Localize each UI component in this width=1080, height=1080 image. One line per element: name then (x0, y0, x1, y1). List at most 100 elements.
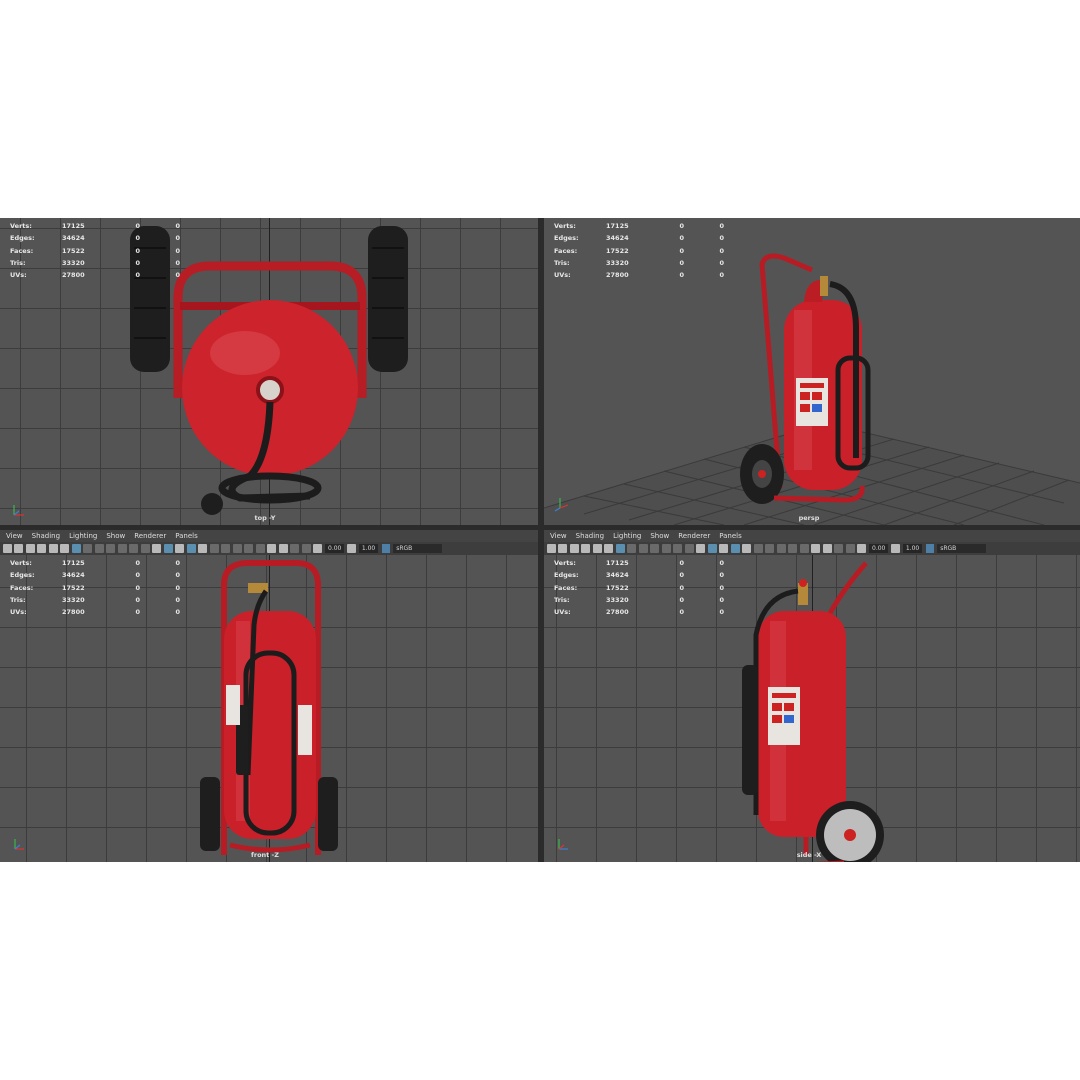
bookmark-icon[interactable] (25, 544, 35, 553)
stat-label: Edges: (554, 234, 579, 243)
view-transform-icon[interactable] (382, 544, 391, 553)
stat-label: Verts: (10, 559, 32, 567)
resolution-gate-icon[interactable] (638, 544, 648, 553)
stat-value: 33320 (62, 258, 85, 267)
viewport-top[interactable]: Verts: 17125 0 0 Edges: 34624 0 0 Faces: 17522 0… (0, 218, 538, 525)
camera-attr-icon[interactable] (14, 544, 23, 553)
menu-lighting[interactable]: Lighting (613, 532, 641, 540)
grid-icon[interactable] (615, 544, 625, 553)
menu-shading[interactable]: Shading (32, 532, 60, 540)
valve (256, 376, 284, 404)
grid-icon[interactable] (71, 544, 81, 553)
exposure-icon[interactable] (313, 544, 322, 553)
field-chart-icon[interactable] (661, 544, 671, 553)
camera-select-icon[interactable] (546, 544, 556, 553)
2d-pan-icon[interactable] (592, 544, 602, 553)
textured-icon[interactable] (186, 544, 196, 553)
film-gate-icon[interactable] (627, 544, 636, 553)
viewport-front[interactable]: Verts: 17125 0 0 Edges: 34624 0 0 Faces: 17522 0… (0, 555, 538, 862)
menu-panels[interactable]: Panels (175, 532, 198, 540)
stat-value: 17125 (606, 222, 629, 230)
depth-of-field-icon[interactable] (255, 544, 265, 553)
poly-count-hud: Verts: 17125 0 0 Edges: 34624 0 0 Faces: 17522 0… (554, 220, 724, 281)
menu-renderer[interactable]: Renderer (678, 532, 710, 540)
axis-gizmo-icon (554, 498, 569, 512)
menu-view[interactable]: View (6, 532, 23, 540)
stat-label: UVs: (10, 271, 27, 280)
gamma-field[interactable]: 1.00 (902, 544, 923, 553)
depth-of-field-icon[interactable] (799, 544, 809, 553)
film-gate-icon[interactable] (83, 544, 92, 553)
wireframe-icon[interactable] (152, 544, 161, 553)
stat-value: 17522 (62, 246, 85, 255)
gamma-icon[interactable] (890, 544, 900, 553)
isolate-select-icon[interactable] (267, 544, 276, 553)
xray-components-icon[interactable] (845, 544, 855, 553)
menu-show[interactable]: Show (106, 532, 125, 540)
xray-joints-icon[interactable] (834, 544, 843, 553)
safe-action-icon[interactable] (129, 544, 138, 553)
axis-gizmo-icon (14, 839, 24, 850)
camera-label: side -X (796, 851, 822, 859)
xray-icon[interactable] (822, 544, 832, 553)
menu-show[interactable]: Show (650, 532, 669, 540)
menu-shading[interactable]: Shading (576, 532, 604, 540)
gamma-field[interactable]: 1.00 (358, 544, 379, 553)
view-transform-icon[interactable] (926, 544, 935, 553)
color-space-select[interactable]: sRGB gamma (393, 544, 443, 561)
xray-joints-icon[interactable] (290, 544, 299, 553)
smooth-shade-icon[interactable] (163, 544, 173, 553)
camera-select-icon[interactable] (2, 544, 12, 553)
shadows-icon[interactable] (753, 544, 763, 553)
use-lights-icon[interactable] (198, 544, 207, 553)
safe-title-icon[interactable] (684, 544, 694, 553)
exposure-field[interactable]: 0.00 (325, 544, 345, 553)
textured-icon[interactable] (730, 544, 740, 553)
default-material-icon[interactable] (175, 544, 184, 553)
menu-lighting[interactable]: Lighting (69, 532, 97, 540)
menu-view[interactable]: View (550, 532, 567, 540)
motion-blur-icon[interactable] (232, 544, 242, 553)
safe-action-icon[interactable] (673, 544, 682, 553)
multisample-icon[interactable] (244, 544, 253, 553)
stat-label: Verts: (554, 559, 576, 567)
bookmark-icon[interactable] (569, 544, 579, 553)
smooth-shade-icon[interactable] (707, 544, 717, 553)
gate-mask-icon[interactable] (106, 544, 115, 553)
safe-title-icon[interactable] (140, 544, 150, 553)
exposure-icon[interactable] (857, 544, 866, 553)
menu-renderer[interactable]: Renderer (134, 532, 166, 540)
motion-blur-icon[interactable] (776, 544, 786, 553)
image-plane-icon[interactable] (581, 544, 590, 553)
image-plane-icon[interactable] (37, 544, 46, 553)
2d-pan-icon[interactable] (48, 544, 58, 553)
ambient-occlusion-icon[interactable] (221, 544, 230, 553)
maya-viewport-layout: Verts: 17125 0 0 Edges: 34624 0 0 Faces: 17522 0… (0, 218, 1080, 862)
isolate-select-icon[interactable] (811, 544, 820, 553)
wireframe-icon[interactable] (696, 544, 705, 553)
ambient-occlusion-icon[interactable] (765, 544, 774, 553)
grease-pencil-icon[interactable] (60, 544, 69, 553)
viewport-side[interactable]: Verts: 17125 0 0 Edges: 34624 0 0 Faces: 17522 0… (544, 555, 1080, 862)
stat-label: Faces: (554, 246, 578, 255)
multisample-icon[interactable] (788, 544, 797, 553)
xray-components-icon[interactable] (301, 544, 311, 553)
stat-value: 27800 (606, 608, 629, 617)
menu-panels[interactable]: Panels (719, 532, 742, 540)
default-material-icon[interactable] (719, 544, 728, 553)
resolution-gate-icon[interactable] (94, 544, 104, 553)
gamma-icon[interactable] (346, 544, 356, 553)
use-lights-icon[interactable] (742, 544, 751, 553)
color-space-select[interactable]: sRGB gamma (937, 544, 987, 561)
field-chart-icon[interactable] (117, 544, 127, 553)
xray-icon[interactable] (278, 544, 288, 553)
stat-label: Tris: (554, 595, 570, 604)
grease-pencil-icon[interactable] (604, 544, 613, 553)
stat-value: 17522 (62, 583, 85, 592)
exposure-field[interactable]: 0.00 (869, 544, 889, 553)
stat-value: 33320 (62, 595, 85, 604)
viewport-persp[interactable]: Verts: 17125 0 0 Edges: 34624 0 0 Faces: 17522 0… (544, 218, 1080, 525)
gate-mask-icon[interactable] (650, 544, 659, 553)
shadows-icon[interactable] (209, 544, 219, 553)
camera-attr-icon[interactable] (558, 544, 567, 553)
